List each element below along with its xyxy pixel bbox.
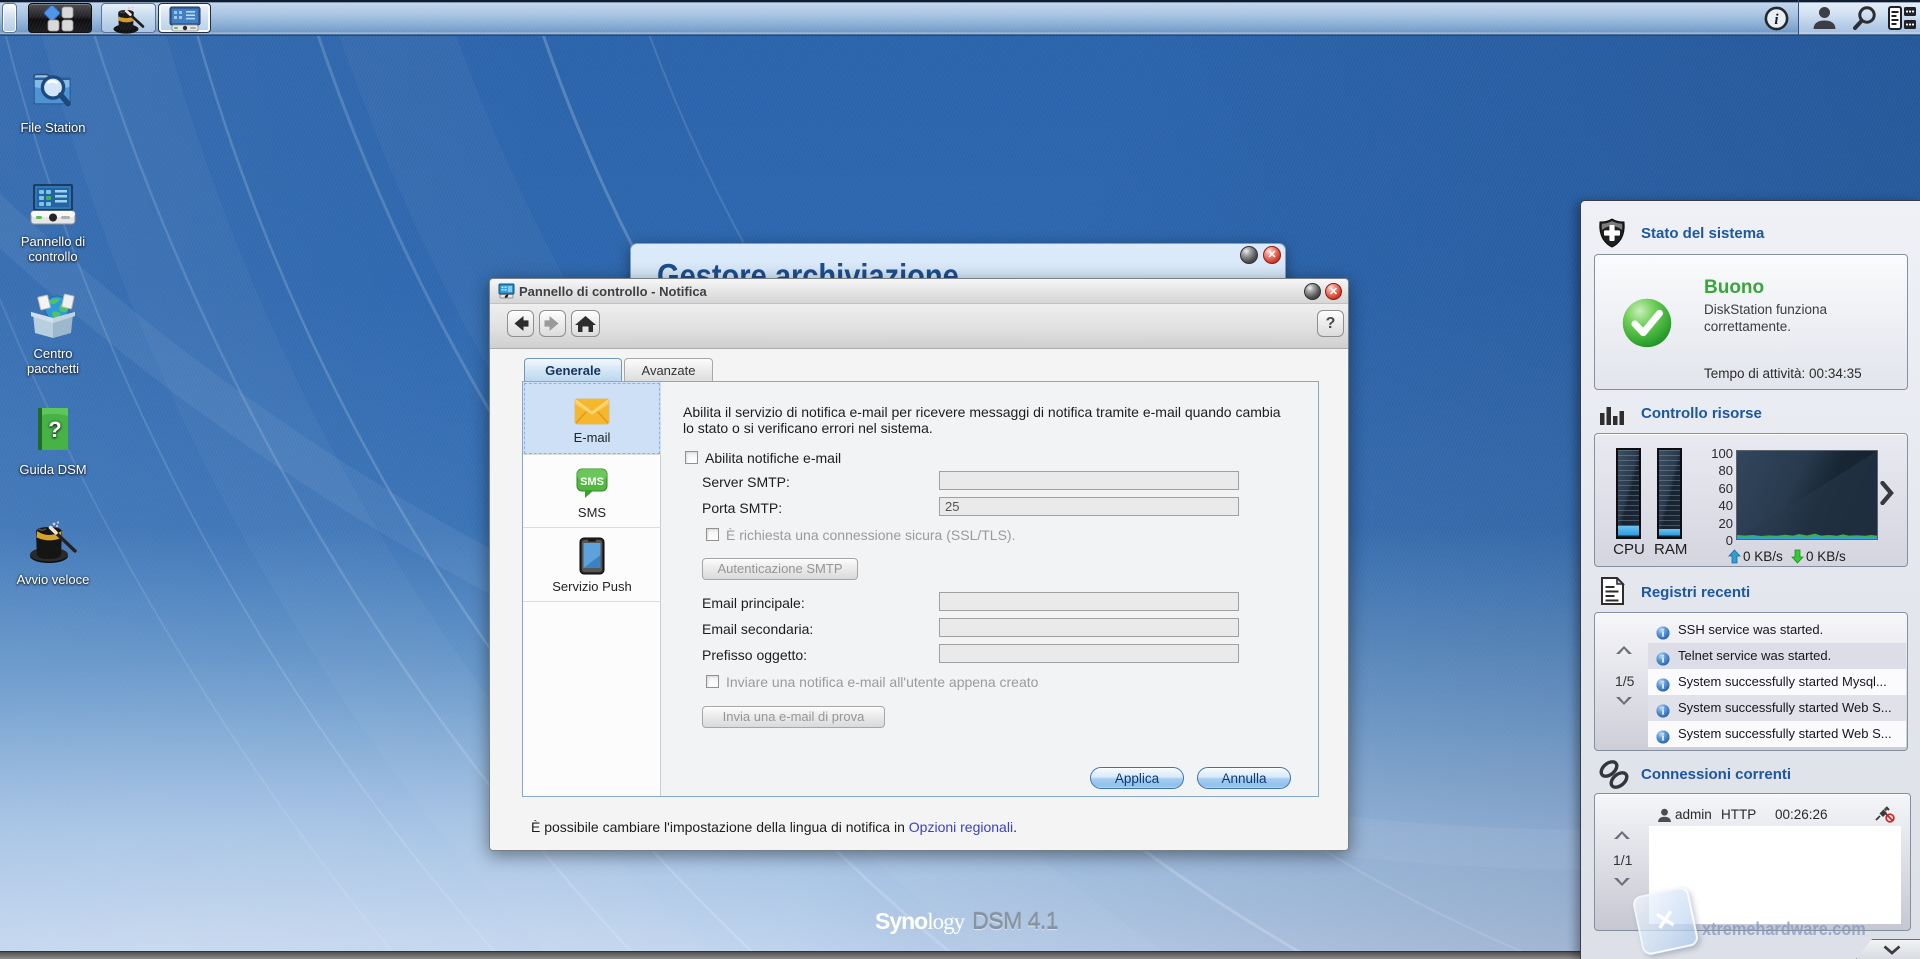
svg-text:i: i [1662, 733, 1665, 744]
svg-text:i: i [1662, 655, 1665, 666]
svg-text:i: i [1662, 681, 1665, 692]
svg-text:i: i [1662, 707, 1665, 718]
svg-text:SMS: SMS [580, 476, 604, 488]
svg-text:i: i [1774, 12, 1779, 28]
svg-text:?: ? [48, 417, 61, 442]
svg-text:i: i [1662, 629, 1665, 640]
